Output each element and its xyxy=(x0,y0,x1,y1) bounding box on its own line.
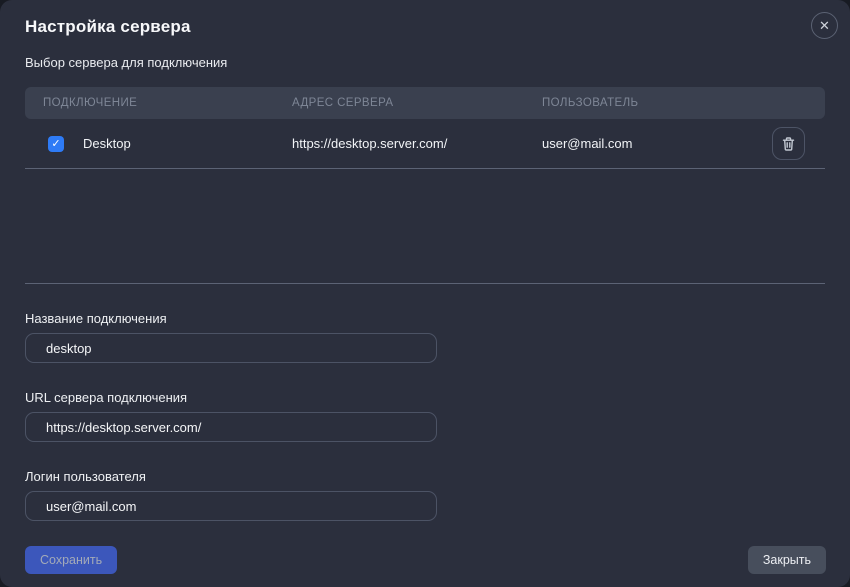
table-row: ✓ Desktop https://desktop.server.com/ us… xyxy=(25,119,825,169)
server-address-cell: https://desktop.server.com/ xyxy=(292,136,542,151)
field-user-login: Логин пользователя xyxy=(25,469,825,521)
field-connection-name: Название подключения xyxy=(25,311,825,363)
user-login-label: Логин пользователя xyxy=(25,469,825,484)
user-cell: user@mail.com xyxy=(542,136,772,151)
close-dialog-button[interactable]: ✕ xyxy=(811,12,838,39)
table-empty-space xyxy=(25,169,825,283)
column-header-server-address: АДРЕС СЕРВЕРА xyxy=(292,97,542,109)
dialog-header: Настройка сервера ✕ xyxy=(25,15,825,37)
user-login-input[interactable] xyxy=(25,491,437,521)
field-server-url: URL сервера подключения xyxy=(25,390,825,442)
section-divider xyxy=(25,283,825,284)
connection-name: Desktop xyxy=(83,136,131,151)
connection-name-label: Название подключения xyxy=(25,311,825,326)
trash-icon xyxy=(781,136,796,152)
save-button[interactable]: Сохранить xyxy=(25,546,117,574)
dialog-subtitle: Выбор сервера для подключения xyxy=(25,55,825,70)
server-url-label: URL сервера подключения xyxy=(25,390,825,405)
close-icon: ✕ xyxy=(819,18,830,33)
column-header-user: ПОЛЬЗОВАТЕЛЬ xyxy=(542,97,772,109)
column-header-connection: ПОДКЛЮЧЕНИЕ xyxy=(43,97,292,109)
delete-connection-button[interactable] xyxy=(772,127,805,160)
connection-name-input[interactable] xyxy=(25,333,437,363)
close-button[interactable]: Закрыть xyxy=(748,546,826,574)
connection-cell: ✓ Desktop xyxy=(43,136,292,152)
dialog-footer: Сохранить Закрыть xyxy=(25,546,826,574)
connection-checkbox[interactable]: ✓ xyxy=(48,136,64,152)
server-url-input[interactable] xyxy=(25,412,437,442)
dialog-title: Настройка сервера xyxy=(25,17,191,37)
server-settings-dialog: Настройка сервера ✕ Выбор сервера для по… xyxy=(0,0,850,587)
server-table-header: ПОДКЛЮЧЕНИЕ АДРЕС СЕРВЕРА ПОЛЬЗОВАТЕЛЬ xyxy=(25,87,825,119)
